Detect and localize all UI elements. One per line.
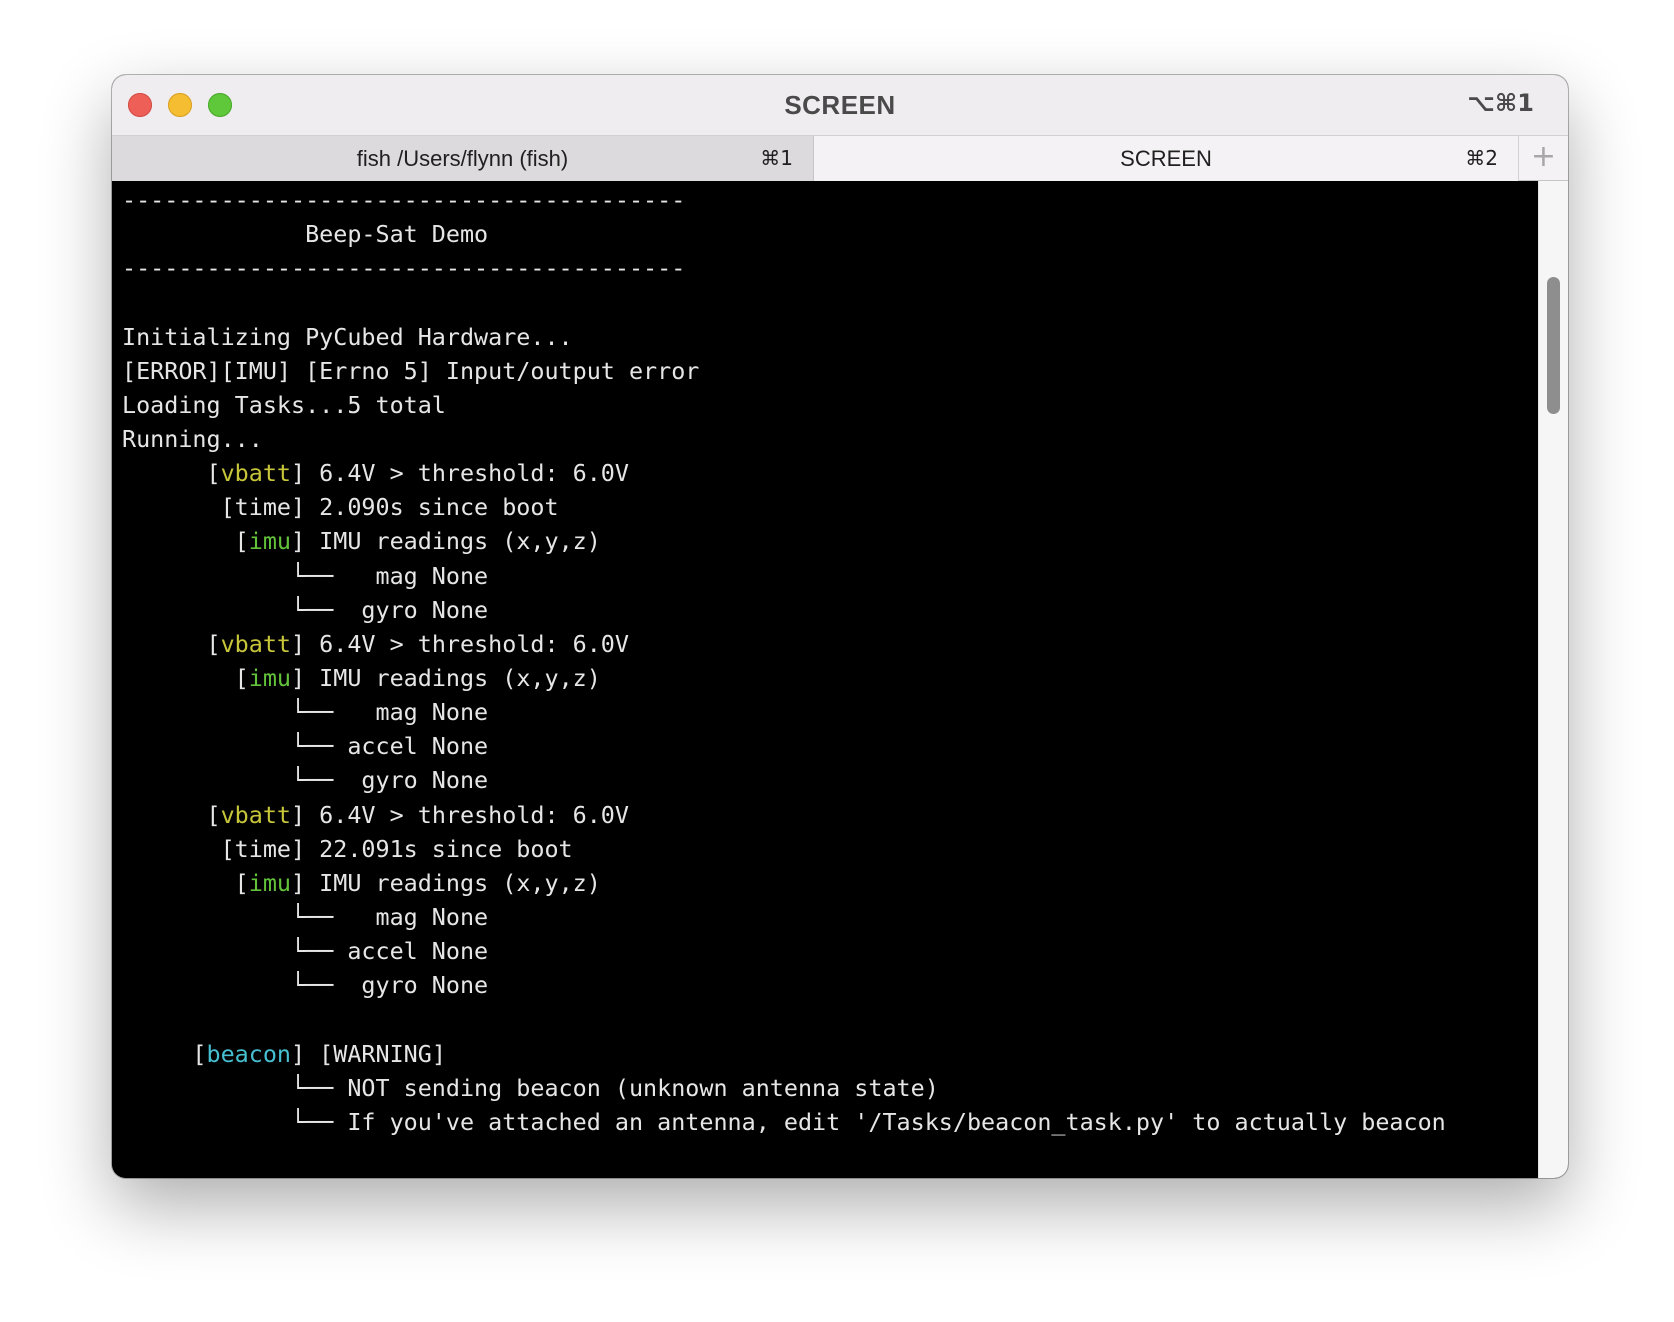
terminal-tag-green: imu	[248, 527, 291, 556]
terminal-line: [beacon] [WARNING]	[122, 1037, 1536, 1071]
terminal-segment: ] [WARNING]	[291, 1039, 446, 1068]
terminal-segment: ] 6.4V > threshold: 6.0V	[291, 629, 629, 658]
terminal-line: └── mag None	[122, 900, 1536, 934]
terminal-segment: ----------------------------------------	[122, 186, 686, 214]
tab-shortcut: ⌘2	[1465, 146, 1498, 170]
terminal-segment: └── mag None	[122, 902, 489, 931]
title-bar[interactable]: SCREEN ⌥⌘1	[112, 75, 1568, 135]
terminal-line: └── gyro None	[122, 593, 1536, 627]
terminal-segment: [	[122, 527, 249, 556]
terminal-line: └── gyro None	[122, 763, 1536, 797]
terminal-line: Running...	[122, 422, 1536, 456]
terminal-segment: ] IMU readings (x,y,z)	[291, 527, 601, 556]
terminal-tag-yellow: vbatt	[220, 459, 291, 488]
terminal-line: [ERROR][IMU] [Errno 5] Input/output erro…	[122, 354, 1536, 388]
terminal-text: ----------------------------------------…	[122, 183, 1536, 1139]
terminal-line: [imu] IMU readings (x,y,z)	[122, 524, 1536, 558]
tab-bar: fish /Users/flynn (fish) ⌘1 SCREEN ⌘2 +	[112, 135, 1568, 181]
tab-label: SCREEN	[1120, 146, 1212, 171]
terminal-segment: Running...	[122, 424, 263, 453]
terminal-window: SCREEN ⌥⌘1 fish /Users/flynn (fish) ⌘1 S…	[112, 75, 1568, 1178]
terminal-segment: Beep-Sat Demo	[122, 220, 489, 249]
tab-label: fish /Users/flynn (fish)	[356, 146, 569, 171]
terminal-line: └── NOT sending beacon (unknown antenna …	[122, 1071, 1536, 1105]
tab-shortcut: ⌘1	[760, 146, 793, 170]
terminal-segment: └── accel None	[122, 732, 489, 761]
terminal-segment: └── mag None	[122, 561, 489, 590]
terminal-line: ----------------------------------------	[122, 251, 1536, 285]
terminal-segment: ] IMU readings (x,y,z)	[291, 868, 601, 897]
terminal-segment: [	[122, 868, 249, 897]
window-shortcut: ⌥⌘1	[1467, 89, 1534, 117]
terminal-tag-yellow: vbatt	[220, 629, 291, 658]
terminal-tag-green: imu	[248, 868, 291, 897]
terminal-line: Loading Tasks...5 total	[122, 388, 1536, 422]
terminal-segment: └── accel None	[122, 937, 489, 966]
terminal-segment: [	[122, 1039, 207, 1068]
terminal-segment: └── If you've attached an antenna, edit …	[122, 1107, 1446, 1136]
terminal-segment: [time] 2.090s since boot	[122, 493, 559, 522]
tab-fish[interactable]: fish /Users/flynn (fish) ⌘1	[112, 136, 814, 181]
terminal-segment: ----------------------------------------	[122, 254, 686, 283]
plus-icon: +	[1530, 139, 1557, 174]
terminal-line: └── mag None	[122, 695, 1536, 729]
terminal-segment: [	[122, 663, 249, 692]
terminal-line: Beep-Sat Demo	[122, 217, 1536, 251]
terminal-line: └── mag None	[122, 559, 1536, 593]
terminal-output[interactable]: ----------------------------------------…	[112, 181, 1538, 1178]
terminal-segment: [	[122, 800, 221, 829]
new-tab-button[interactable]: +	[1518, 136, 1568, 181]
terminal-line: └── If you've attached an antenna, edit …	[122, 1105, 1536, 1139]
terminal-segment: Initializing PyCubed Hardware...	[122, 322, 573, 351]
terminal-tag-cyan: beacon	[206, 1039, 292, 1068]
terminal-segment: [time] 22.091s since boot	[122, 834, 573, 863]
terminal-segment: ] 6.4V > threshold: 6.0V	[291, 459, 629, 488]
terminal-tag-green: imu	[248, 663, 291, 692]
terminal-segment: Loading Tasks...5 total	[122, 390, 446, 419]
terminal-line: [imu] IMU readings (x,y,z)	[122, 866, 1536, 900]
terminal-segment: ] 6.4V > threshold: 6.0V	[291, 800, 629, 829]
terminal-segment: [	[122, 629, 221, 658]
terminal-line: ----------------------------------------	[122, 183, 1536, 217]
terminal-line: [vbatt] 6.4V > threshold: 6.0V	[122, 798, 1536, 832]
terminal-segment: [ERROR][IMU] [Errno 5] Input/output erro…	[122, 356, 700, 385]
terminal-segment: └── gyro None	[122, 971, 489, 1000]
terminal-segment: └── gyro None	[122, 766, 489, 795]
terminal-line: [time] 2.090s since boot	[122, 490, 1536, 524]
terminal-line: └── gyro None	[122, 968, 1536, 1002]
terminal-line: [vbatt] 6.4V > threshold: 6.0V	[122, 456, 1536, 490]
tab-screen[interactable]: SCREEN ⌘2	[814, 136, 1518, 181]
terminal-tag-yellow: vbatt	[220, 800, 291, 829]
terminal-segment: ] IMU readings (x,y,z)	[291, 663, 601, 692]
terminal-line: Initializing PyCubed Hardware...	[122, 320, 1536, 354]
scrollbar[interactable]	[1538, 181, 1568, 1178]
terminal-line: [time] 22.091s since boot	[122, 832, 1536, 866]
terminal-line: [imu] IMU readings (x,y,z)	[122, 661, 1536, 695]
terminal-segment: └── gyro None	[122, 595, 489, 624]
terminal-line: [vbatt] 6.4V > threshold: 6.0V	[122, 627, 1536, 661]
terminal-segment: [	[122, 459, 221, 488]
window-title: SCREEN	[784, 90, 896, 120]
terminal-line: └── accel None	[122, 934, 1536, 968]
scrollbar-thumb[interactable]	[1547, 277, 1560, 414]
terminal-line: └── accel None	[122, 729, 1536, 763]
terminal-segment: └── mag None	[122, 698, 489, 727]
terminal-segment: └── NOT sending beacon (unknown antenna …	[122, 1073, 939, 1102]
